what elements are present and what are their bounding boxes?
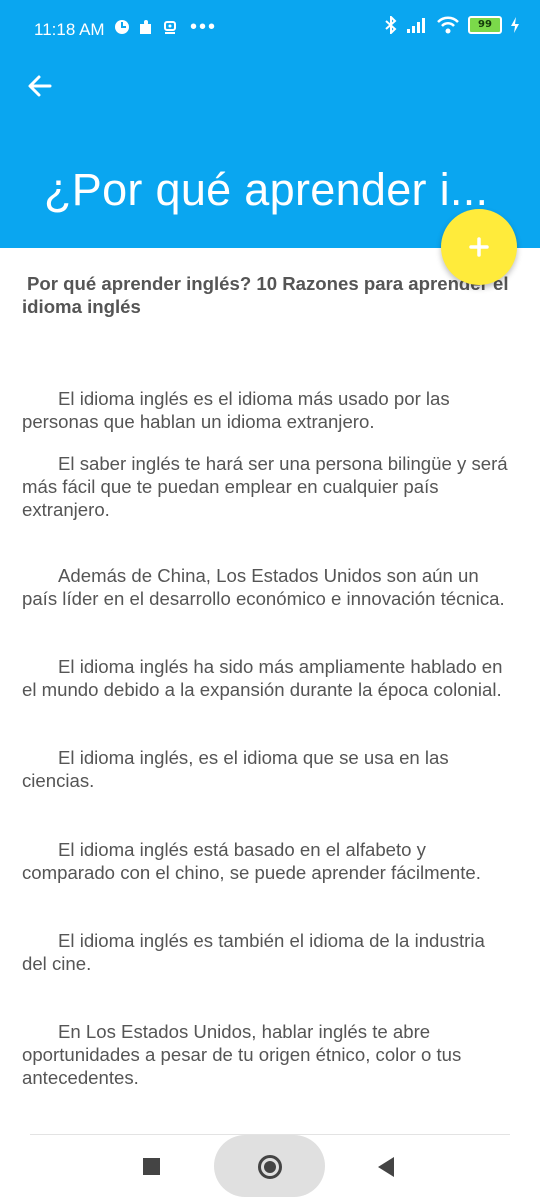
article-heading-line1: Por qué aprender inglés? 10 Razones para… bbox=[27, 273, 509, 294]
home-button[interactable] bbox=[214, 1135, 325, 1197]
article-paragraph: El saber inglés te hará ser una persona … bbox=[22, 453, 508, 520]
charging-icon bbox=[511, 17, 519, 33]
puzzle-icon bbox=[140, 20, 151, 34]
status-system-icons: 99 bbox=[384, 16, 520, 34]
more-notifications-icon: ••• bbox=[190, 16, 218, 38]
article-paragraph: El idioma inglés es el idioma más usado … bbox=[22, 388, 450, 432]
status-notification-icons bbox=[114, 19, 178, 35]
status-bar: 11:18 AM ••• 99 bbox=[0, 0, 540, 46]
article-paragraph: El idioma inglés ha sido más ampliamente… bbox=[22, 656, 503, 700]
plus-icon bbox=[469, 237, 489, 257]
home-icon bbox=[258, 1155, 282, 1179]
arrow-back-icon[interactable] bbox=[24, 70, 56, 102]
article-content[interactable]: Por qué aprender inglés? 10 Razones para… bbox=[22, 264, 512, 1134]
article-paragraph: El idioma inglés está basado en el alfab… bbox=[22, 839, 481, 883]
add-fab-button[interactable] bbox=[441, 209, 517, 285]
article-paragraph: El idioma inglés es también el idioma de… bbox=[22, 930, 485, 974]
article-heading-line2: idioma inglés bbox=[22, 296, 141, 317]
article-paragraph: En Los Estados Unidos, hablar inglés te … bbox=[22, 1021, 462, 1088]
article-paragraph: El idioma inglés, es el idioma que se us… bbox=[22, 747, 449, 791]
battery-icon: 99 bbox=[468, 16, 502, 34]
article-heading: Por qué aprender inglés? 10 Razones para… bbox=[22, 272, 512, 318]
wifi-icon bbox=[437, 16, 459, 34]
page-title: ¿Por qué aprender i... bbox=[44, 164, 489, 215]
recent-apps-icon[interactable] bbox=[143, 1158, 160, 1175]
clock-circle-icon bbox=[115, 20, 129, 34]
robot-icon bbox=[164, 21, 176, 34]
bluetooth-icon bbox=[385, 16, 397, 34]
status-time: 11:18 AM bbox=[34, 20, 105, 39]
back-icon[interactable] bbox=[378, 1157, 394, 1177]
system-nav-bar bbox=[0, 1135, 540, 1200]
article-paragraph: Además de China, Los Estados Unidos son … bbox=[22, 565, 505, 609]
signal-icon bbox=[407, 18, 425, 33]
